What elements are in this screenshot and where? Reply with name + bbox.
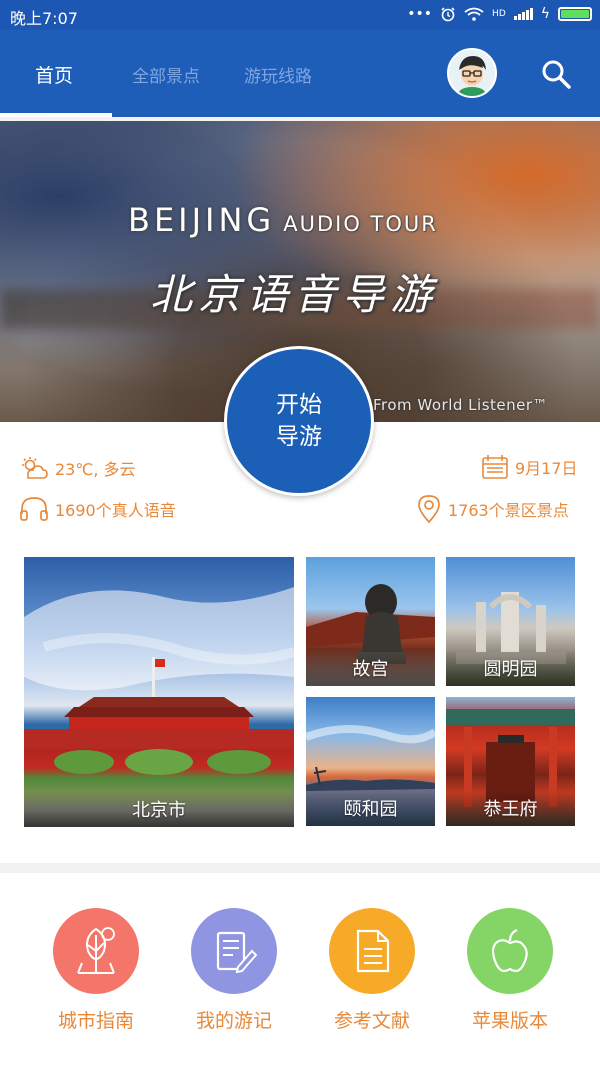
tile-label-yuanmingyuan: 圆明园 (446, 650, 575, 686)
start-tour-button[interactable]: 开始 导游 (224, 346, 374, 496)
search-icon[interactable] (538, 56, 574, 92)
signal-icon (513, 8, 533, 20)
status-time: 晚上7:07 (10, 9, 78, 28)
tile-summer-palace[interactable]: 颐和园 (306, 697, 435, 826)
tile-label-summer-palace: 颐和园 (306, 790, 435, 826)
banner-title-en-sub: AUDIO TOUR (283, 212, 438, 236)
banner-title-en: BEIJING AUDIO TOUR (128, 201, 438, 239)
tile-label-forbidden-city: 故宫 (306, 650, 435, 686)
tiananmen-illustration (24, 587, 294, 775)
tile-forbidden-city[interactable]: 故宫 (306, 557, 435, 686)
status-bar: 晚上7:07 ••• HD ϟ (0, 0, 600, 30)
hd-badge: HD (492, 9, 506, 19)
top-toolbar: 首页 全部景点 游玩线路 (0, 30, 600, 117)
tile-label-prince-gong-mansion: 恭王府 (446, 790, 575, 826)
battery-icon (558, 7, 592, 21)
spots-count-info: 1763个景区景点 (416, 494, 569, 524)
headphones-icon (20, 497, 48, 521)
alarm-icon (441, 7, 455, 22)
travelogue-icon (191, 908, 277, 994)
charging-icon: ϟ (540, 6, 550, 22)
menu-city-guide[interactable]: 城市指南 (51, 908, 141, 1033)
menu-label-my-travelogue: 我的游记 (195, 1010, 272, 1032)
document-icon (329, 908, 415, 994)
banner-title-cn: 北京语音导游 (150, 270, 439, 319)
location-pin-icon (418, 495, 440, 524)
weather-info: 23℃, 多云 (19, 456, 136, 480)
banner-credit: From World Listener™ (373, 396, 549, 414)
menu-label-ios-version: 苹果版本 (471, 1010, 548, 1032)
menu-label-references: 参考文献 (333, 1010, 410, 1032)
wifi-icon (464, 7, 484, 21)
menu-label-city-guide: 城市指南 (57, 1010, 134, 1032)
start-tour-line2: 导游 (276, 424, 322, 450)
weather-text: 23℃, 多云 (55, 460, 136, 479)
menu-references[interactable]: 参考文献 (327, 908, 417, 1033)
tab-all-spots[interactable]: 全部景点 (132, 62, 200, 87)
calendar-icon (482, 455, 508, 479)
banner-title-en-main: BEIJING (128, 201, 276, 239)
city-guide-icon (53, 908, 139, 994)
tile-label-beijing: 北京市 (24, 791, 294, 827)
tab-routes[interactable]: 游玩线路 (244, 62, 312, 87)
voice-count-info: 1690个真人语音 (19, 496, 176, 522)
apple-icon (467, 908, 553, 994)
tile-prince-gong-mansion[interactable]: 恭王府 (446, 697, 575, 826)
status-icons: ••• HD ϟ (407, 6, 592, 22)
tab-indicator (0, 113, 112, 117)
voice-count-text: 1690个真人语音 (55, 501, 176, 520)
menu-my-travelogue[interactable]: 我的游记 (189, 908, 279, 1033)
start-tour-line1: 开始 (276, 392, 322, 418)
menu-ios-version[interactable]: 苹果版本 (465, 908, 555, 1033)
spots-count-text: 1763个景区景点 (448, 501, 569, 520)
user-avatar[interactable] (447, 48, 497, 98)
partly-cloudy-icon (22, 457, 48, 479)
date-text: 9月17日 (515, 459, 578, 478)
date-info: 9月17日 (481, 454, 578, 480)
more-dots-icon: ••• (407, 6, 433, 22)
tile-yuanmingyuan[interactable]: 圆明园 (446, 557, 575, 686)
tab-home[interactable]: 首页 (35, 61, 73, 88)
tile-beijing[interactable]: 北京市 (24, 557, 294, 827)
